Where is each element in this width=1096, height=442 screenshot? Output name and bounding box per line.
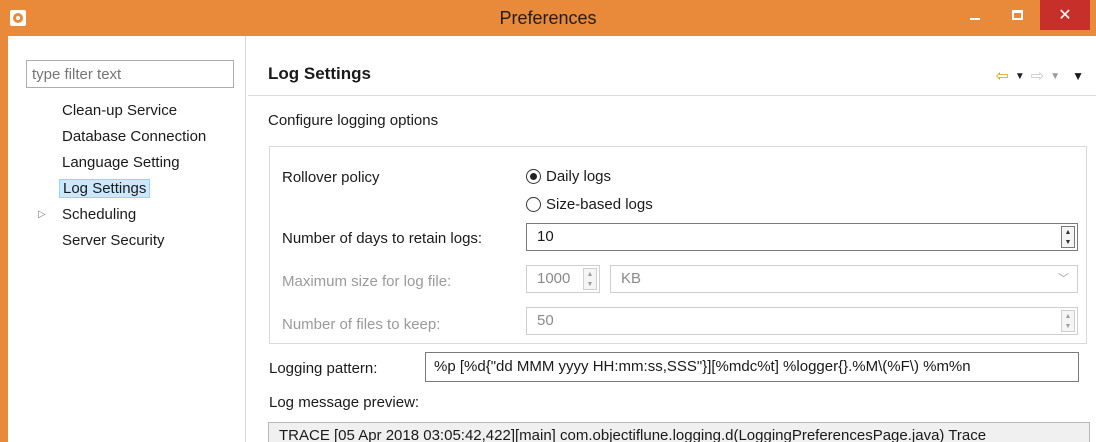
max-size-value: 1000 bbox=[537, 270, 571, 287]
logging-pattern-input[interactable]: %p [%d{"dd MMM yyyy HH:mm:ss,SSS"}][%mdc… bbox=[425, 352, 1079, 382]
page-title: Log Settings bbox=[268, 64, 371, 83]
chevron-down-icon: ﹀ bbox=[1058, 273, 1069, 285]
size-unit-select[interactable]: KB ﹀ bbox=[610, 265, 1078, 293]
page-header: Log Settings ⇦ ▼ ⇨ ▼ ▼ bbox=[248, 56, 1096, 96]
log-preview-field: TRACE [05 Apr 2018 03:05:42,422][main] c… bbox=[268, 422, 1090, 442]
tree-item-label: Database Connection bbox=[62, 128, 207, 145]
files-to-keep-value: 50 bbox=[537, 312, 554, 329]
maximize-icon bbox=[1011, 10, 1023, 20]
minimize-icon bbox=[970, 18, 980, 20]
tree-item-scheduling[interactable]: ▷ Scheduling bbox=[8, 202, 246, 228]
spinner-arrows-icon[interactable]: ▲ ▼ bbox=[1061, 310, 1075, 332]
minimize-button[interactable] bbox=[958, 0, 992, 30]
page-description: Configure logging options bbox=[268, 112, 439, 129]
tree-item-label: Clean-up Service bbox=[62, 102, 178, 119]
forward-history-dropdown-icon[interactable]: ▼ bbox=[1050, 71, 1060, 82]
radio-selected-icon bbox=[526, 169, 541, 184]
files-to-keep-spinner[interactable]: 50 ▲ ▼ bbox=[526, 307, 1078, 335]
tree-item-label: Scheduling bbox=[62, 206, 137, 223]
back-history-dropdown-icon[interactable]: ▼ bbox=[1015, 71, 1025, 82]
radio-label: Daily logs bbox=[546, 168, 612, 185]
tree-item-language-setting[interactable]: Language Setting bbox=[8, 150, 246, 176]
radio-label: Size-based logs bbox=[546, 196, 653, 213]
max-size-label: Maximum size for log file: bbox=[282, 273, 452, 290]
preferences-window: Preferences ✕ Clean-up Service Database … bbox=[0, 0, 1096, 442]
daily-logs-radio[interactable]: Daily logs bbox=[526, 168, 611, 185]
tree-item-clean-up-service[interactable]: Clean-up Service bbox=[8, 98, 246, 124]
preferences-tree: Clean-up Service Database Connection Lan… bbox=[8, 98, 246, 254]
log-preview-label: Log message preview: bbox=[269, 394, 420, 411]
files-to-keep-label: Number of files to keep: bbox=[282, 316, 441, 333]
tree-item-label: Server Security bbox=[62, 232, 165, 249]
view-menu-icon[interactable]: ▼ bbox=[1072, 69, 1084, 83]
back-arrow-icon[interactable]: ⇦ bbox=[995, 66, 1008, 86]
tree-item-database-connection[interactable]: Database Connection bbox=[8, 124, 246, 150]
maximize-button[interactable] bbox=[1000, 0, 1034, 30]
days-to-retain-value: 10 bbox=[537, 228, 554, 245]
preferences-tree-panel: Clean-up Service Database Connection Lan… bbox=[8, 36, 246, 442]
logging-pattern-label: Logging pattern: bbox=[269, 360, 378, 377]
max-size-spinner[interactable]: 1000 ▲ ▼ bbox=[526, 265, 600, 293]
page-navigation: ⇦ ▼ ⇨ ▼ ▼ bbox=[995, 66, 1084, 86]
title-bar: Preferences ✕ bbox=[0, 0, 1096, 36]
expand-arrow-icon[interactable]: ▷ bbox=[38, 202, 50, 228]
size-based-logs-radio[interactable]: Size-based logs bbox=[526, 196, 653, 213]
rollover-group: Rollover policy Daily logs Size-based lo… bbox=[269, 146, 1087, 344]
close-button[interactable]: ✕ bbox=[1040, 0, 1090, 30]
tree-item-label: Language Setting bbox=[62, 154, 180, 171]
close-icon: ✕ bbox=[1058, 7, 1072, 24]
content-area: Clean-up Service Database Connection Lan… bbox=[8, 36, 1096, 442]
spinner-arrows-icon[interactable]: ▲ ▼ bbox=[1061, 226, 1075, 248]
tree-item-log-settings[interactable]: Log Settings bbox=[8, 176, 246, 202]
filter-input[interactable] bbox=[26, 60, 234, 88]
days-to-retain-spinner[interactable]: 10 ▲ ▼ bbox=[526, 223, 1078, 251]
tree-item-label: Log Settings bbox=[59, 179, 151, 198]
preference-page: Log Settings ⇦ ▼ ⇨ ▼ ▼ Configure logging… bbox=[248, 36, 1096, 442]
rollover-policy-label: Rollover policy bbox=[282, 169, 380, 186]
size-unit-value: KB bbox=[621, 270, 642, 287]
window-title: Preferences bbox=[499, 8, 597, 28]
days-to-retain-label: Number of days to retain logs: bbox=[282, 230, 483, 247]
radio-unselected-icon bbox=[526, 197, 541, 212]
spinner-arrows-icon[interactable]: ▲ ▼ bbox=[583, 268, 597, 290]
tree-item-server-security[interactable]: Server Security bbox=[8, 228, 246, 254]
forward-arrow-icon[interactable]: ⇨ bbox=[1031, 66, 1044, 86]
